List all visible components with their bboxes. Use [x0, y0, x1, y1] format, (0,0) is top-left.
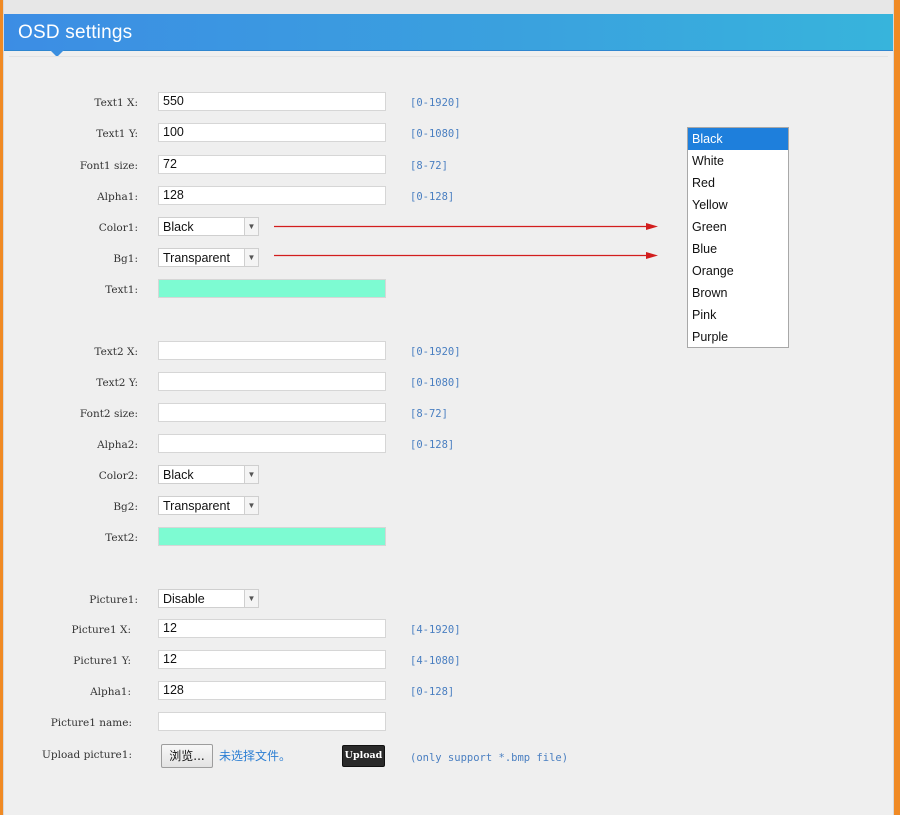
arrow-right-icon: [274, 223, 658, 230]
text2-y-input[interactable]: [158, 372, 386, 391]
font1-size-label: Font1 size:: [79, 160, 138, 172]
alpha2-label: Alpha2:: [97, 439, 138, 451]
text2-x-range: [0-1920]: [410, 346, 461, 358]
alpha1-range: [0-128]: [410, 191, 455, 203]
font1-size-input[interactable]: 72: [158, 155, 386, 174]
chevron-down-icon[interactable]: ▼: [244, 249, 258, 266]
text1-x-input[interactable]: 550: [158, 92, 386, 111]
picture1-select[interactable]: Disable ▼: [158, 589, 259, 608]
text2-x-input[interactable]: [158, 341, 386, 360]
text1-y-label: Text1 Y:: [96, 128, 138, 140]
color1-select[interactable]: Black ▼: [158, 217, 259, 236]
text1-x-label: Text1 X:: [94, 97, 138, 109]
chevron-down-icon[interactable]: ▼: [244, 590, 258, 607]
picture1-x-range: [4-1920]: [410, 624, 461, 636]
picture1-name-input[interactable]: [158, 712, 386, 731]
bg2-select[interactable]: Transparent ▼: [158, 496, 259, 515]
title-bar: OSD settings: [4, 14, 893, 51]
text1-x-range: [0-1920]: [410, 97, 461, 109]
text2-input[interactable]: [158, 527, 386, 546]
dropdown-option-green[interactable]: Green: [688, 216, 788, 238]
upload-note: (only support *.bmp file): [410, 752, 569, 764]
color2-label: Color2:: [98, 470, 138, 482]
color-dropdown-list[interactable]: Black White Red Yellow Green Blue Orange…: [687, 127, 789, 348]
picture-alpha1-range: [0-128]: [410, 686, 455, 698]
upload-button[interactable]: Upload: [342, 745, 385, 767]
dropdown-option-black[interactable]: Black: [688, 128, 788, 150]
chevron-down-icon[interactable]: ▼: [244, 218, 258, 235]
dropdown-option-red[interactable]: Red: [688, 172, 788, 194]
upload-picture1-label: Upload picture1:: [42, 749, 132, 761]
font1-size-range: [8-72]: [410, 160, 448, 172]
alpha1-label: Alpha1:: [97, 191, 138, 203]
text1-input[interactable]: [158, 279, 386, 298]
page-title: OSD settings: [18, 22, 133, 43]
picture1-label: Picture1:: [89, 594, 138, 606]
alpha2-input[interactable]: [158, 434, 386, 453]
font2-size-range: [8-72]: [410, 408, 448, 420]
text2-x-label: Text2 X:: [94, 346, 138, 358]
dropdown-option-white[interactable]: White: [688, 150, 788, 172]
dropdown-option-blue[interactable]: Blue: [688, 238, 788, 260]
text2-y-label: Text2 Y:: [96, 377, 138, 389]
font2-size-label: Font2 size:: [79, 408, 138, 420]
picture1-y-label: Picture1 Y:: [73, 655, 131, 667]
divider: [9, 56, 888, 57]
chevron-down-icon[interactable]: ▼: [244, 497, 258, 514]
top-strip: [4, 0, 893, 14]
color2-select[interactable]: Black ▼: [158, 465, 259, 484]
browse-button[interactable]: 浏览...: [161, 744, 213, 768]
text1-y-range: [0-1080]: [410, 128, 461, 140]
chevron-down-icon[interactable]: ▼: [244, 466, 258, 483]
picture-alpha1-input[interactable]: 128: [158, 681, 386, 700]
color1-label: Color1:: [98, 222, 138, 234]
picture1-x-input[interactable]: 12: [158, 619, 386, 638]
alpha2-range: [0-128]: [410, 439, 455, 451]
bg1-select[interactable]: Transparent ▼: [158, 248, 259, 267]
dropdown-option-orange[interactable]: Orange: [688, 260, 788, 282]
alpha1-input[interactable]: 128: [158, 186, 386, 205]
dropdown-option-pink[interactable]: Pink: [688, 304, 788, 326]
dropdown-option-brown[interactable]: Brown: [688, 282, 788, 304]
file-status: 未选择文件。: [219, 749, 292, 763]
picture1-y-range: [4-1080]: [410, 655, 461, 667]
dropdown-option-purple[interactable]: Purple: [688, 326, 788, 348]
color2-value: Black: [163, 468, 194, 482]
text2-label: Text2:: [105, 532, 138, 544]
bg1-value: Transparent: [163, 251, 230, 265]
text1-y-input[interactable]: 100: [158, 123, 386, 142]
text2-y-range: [0-1080]: [410, 377, 461, 389]
picture1-name-label: Picture1 name:: [50, 717, 132, 729]
color1-value: Black: [163, 220, 194, 234]
picture-alpha1-label: Alpha1:: [90, 686, 131, 698]
arrow-right-icon: [274, 252, 658, 259]
bg2-label: Bg2:: [113, 501, 138, 513]
picture1-x-label: Picture1 X:: [71, 624, 131, 636]
text1-label: Text1:: [105, 284, 138, 296]
bg2-value: Transparent: [163, 499, 230, 513]
bg1-label: Bg1:: [113, 253, 138, 265]
picture1-y-input[interactable]: 12: [158, 650, 386, 669]
picture1-value: Disable: [163, 592, 205, 606]
font2-size-input[interactable]: [158, 403, 386, 422]
dropdown-option-yellow[interactable]: Yellow: [688, 194, 788, 216]
